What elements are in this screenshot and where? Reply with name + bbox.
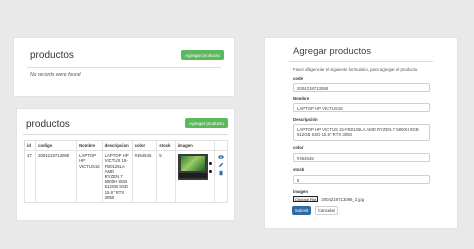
cancel-button[interactable]: Cancelar — [315, 206, 338, 215]
panel-title: productos — [26, 119, 70, 130]
edit-icon[interactable] — [218, 162, 224, 168]
column-header-imagen: imagen — [174, 139, 216, 152]
column-header-descripcion: descripcion — [101, 139, 133, 152]
column-header-color: color — [131, 139, 158, 152]
cell-codigo: 2004219713088 — [35, 150, 78, 204]
color-field[interactable]: #454545 — [293, 153, 430, 162]
form-title: Agregar productos — [293, 46, 372, 57]
accessory-dot — [208, 170, 212, 174]
file-input: Choose File 2004219713088_2.jpg — [293, 196, 364, 202]
image-label: imagen — [293, 189, 309, 194]
code-field[interactable]: 2004219713088 — [293, 83, 430, 92]
cell-actions — [214, 150, 228, 204]
divider — [23, 134, 228, 135]
empty-message: No records were found — [30, 72, 81, 78]
products-empty-panel: productos Agregar producto No records we… — [13, 37, 235, 97]
cell-descripcion: LAPTOP HP VICTUS 15-FB0125LA AMD RYZEN 7… — [101, 150, 133, 204]
cell-stock: 5 — [156, 150, 176, 204]
laptop-image — [177, 154, 212, 181]
divider — [289, 61, 433, 62]
cell-nombre: LAPTOP HP VICTUS15 — [76, 150, 103, 204]
accessory-dot — [208, 162, 212, 166]
column-header-nombre: Nombre — [76, 139, 103, 152]
name-label: Nombre — [293, 96, 310, 101]
choose-file-button[interactable]: Choose File — [293, 196, 319, 202]
name-field[interactable]: LAPTOP HP VICTUS15 — [293, 103, 430, 112]
selected-filename: 2004219713088_2.jpg — [321, 196, 365, 202]
cell-color: #454545 — [131, 150, 158, 204]
eye-icon[interactable] — [218, 154, 224, 160]
laptop-screen — [180, 156, 205, 172]
laptop-base — [178, 173, 207, 179]
panel-title: productos — [30, 50, 74, 61]
add-product-button[interactable]: Agregar producto — [185, 118, 228, 128]
column-header-actions — [214, 139, 228, 152]
delete-icon[interactable] — [218, 170, 224, 176]
column-header-stock: stock — [156, 139, 176, 152]
stock-field[interactable]: 5 — [293, 175, 430, 184]
stock-label: stock — [293, 167, 305, 172]
color-label: color — [293, 145, 304, 150]
description-label: Descripción — [293, 117, 318, 122]
products-table-panel: productos Agregar producto id codigo Nom… — [16, 108, 235, 221]
products-table: id codigo Nombre descripcion color stock… — [23, 139, 228, 204]
table-row: 47 2004219713088 LAPTOP HP VICTUS15 LAPT… — [23, 150, 228, 204]
submit-button[interactable]: Submit — [292, 206, 311, 215]
cell-imagen — [174, 150, 216, 204]
column-header-id: id — [23, 139, 37, 152]
code-label: code — [293, 76, 304, 81]
form-description: Favor diligenciar el siguiente formulari… — [293, 67, 419, 72]
add-product-button[interactable]: Agregar producto — [181, 50, 224, 60]
description-field[interactable]: LAPTOP HP VICTUS 15-FB0125LA AMD RYZEN 7… — [293, 124, 430, 141]
divider — [27, 67, 221, 68]
cell-id: 47 — [23, 150, 37, 204]
add-product-form-panel: Agregar productos Favor diligenciar el s… — [264, 37, 458, 229]
table-header-row: id codigo Nombre descripcion color stock… — [23, 139, 228, 152]
column-header-codigo: codigo — [35, 139, 78, 152]
